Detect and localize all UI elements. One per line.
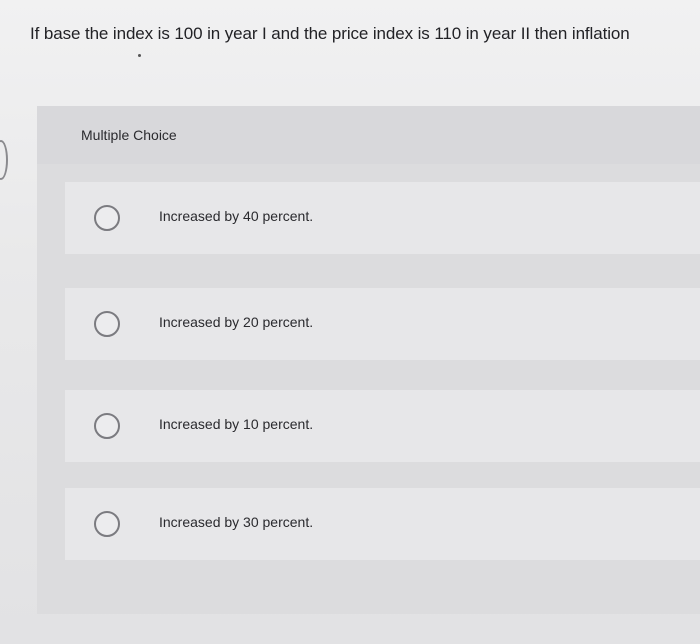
option-label: Increased by 40 percent. <box>159 208 314 224</box>
option-label: Increased by 20 percent. <box>159 314 314 330</box>
option-4[interactable]: Increased by 30 percent. <box>65 488 700 560</box>
cursor-dot <box>138 54 141 57</box>
radio-circle-icon[interactable] <box>94 413 120 439</box>
radio-circle-icon[interactable] <box>94 205 120 231</box>
option-1[interactable]: Increased by 40 percent. <box>65 182 700 254</box>
edge-scroll-indicator <box>0 140 8 180</box>
option-label: Increased by 30 percent. <box>159 514 314 530</box>
option-label: Increased by 10 percent. <box>159 416 314 432</box>
question-text: If base the index is 100 in year I and t… <box>30 24 630 43</box>
option-3[interactable]: Increased by 10 percent. <box>65 390 700 462</box>
quiz-screen: If base the index is 100 in year I and t… <box>0 0 700 644</box>
option-2[interactable]: Increased by 20 percent. <box>65 288 700 360</box>
panel-header: Multiple Choice <box>37 106 700 164</box>
answer-panel: Multiple Choice Increased by 40 percent.… <box>37 106 700 614</box>
radio-circle-icon[interactable] <box>94 511 120 537</box>
radio-circle-icon[interactable] <box>94 311 120 337</box>
multiple-choice-label: Multiple Choice <box>81 127 177 143</box>
